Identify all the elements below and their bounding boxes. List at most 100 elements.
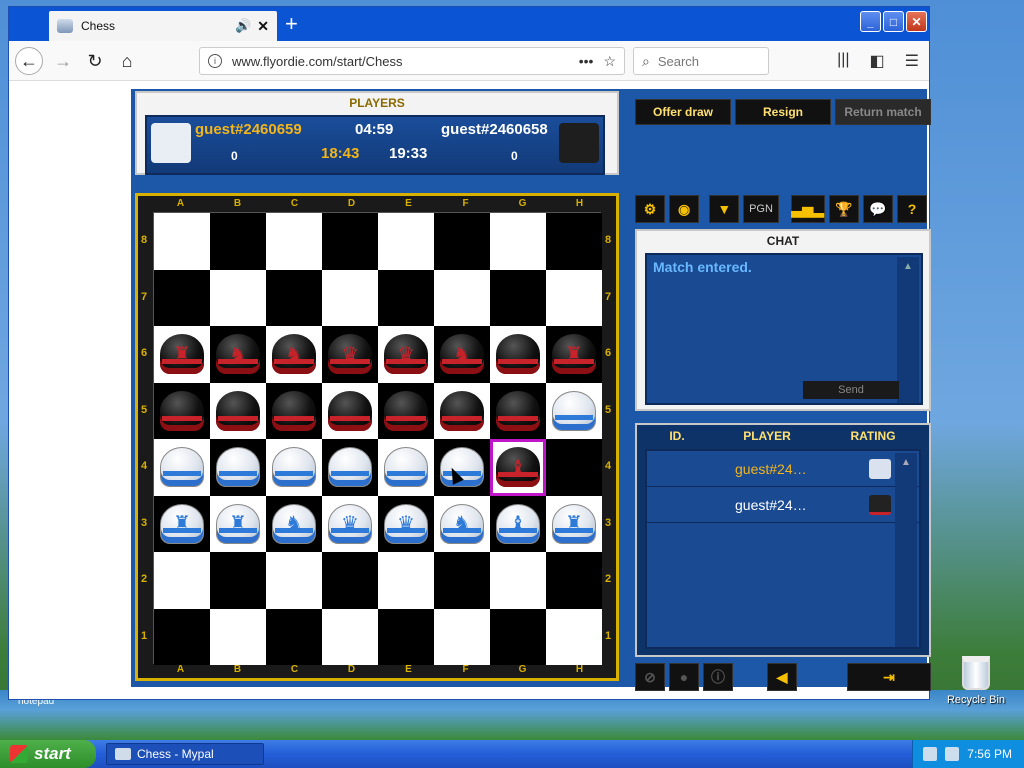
board-square[interactable] xyxy=(210,439,266,496)
white-pawn-icon[interactable] xyxy=(328,447,372,488)
board-square[interactable]: ♞ xyxy=(210,326,266,383)
board-square[interactable] xyxy=(266,382,322,439)
board-square[interactable] xyxy=(434,382,490,439)
black-pawn-icon[interactable] xyxy=(272,390,316,431)
board-square[interactable]: ♝ xyxy=(490,439,546,496)
white-knight-icon[interactable]: ♞ xyxy=(272,503,316,544)
board-square[interactable] xyxy=(434,552,490,609)
tab-chess[interactable]: Chess 🔊 ✕ xyxy=(49,11,277,41)
board-square[interactable] xyxy=(378,269,434,326)
speaker-icon[interactable]: 🔊 xyxy=(235,18,251,34)
close-window-button[interactable]: ✕ xyxy=(906,11,927,32)
board-square[interactable] xyxy=(210,552,266,609)
settings-gear-icon[interactable]: ⚙ xyxy=(635,195,666,223)
black-pawn-icon[interactable] xyxy=(384,390,428,431)
list-item[interactable]: guest#24… xyxy=(647,487,919,523)
recycle-bin[interactable]: Recycle Bin xyxy=(944,656,1008,706)
white-pawn-icon[interactable] xyxy=(384,447,428,488)
page-actions-icon[interactable]: ••• xyxy=(579,53,594,69)
menu-icon[interactable]: ☰ xyxy=(905,51,919,71)
resign-button[interactable]: Resign xyxy=(735,99,831,125)
forward-button[interactable]: → xyxy=(49,47,77,75)
library-icon[interactable]: ||| xyxy=(837,51,849,71)
white-rook-icon[interactable]: ♜ xyxy=(216,503,260,544)
board-square[interactable] xyxy=(378,213,434,270)
board-square[interactable] xyxy=(154,269,210,326)
board-square[interactable]: ♞ xyxy=(434,326,490,383)
sound-icon[interactable]: ◀ xyxy=(767,663,797,691)
bookmark-star-icon[interactable]: ☆ xyxy=(603,53,616,70)
board-square[interactable] xyxy=(154,552,210,609)
minimize-button[interactable]: _ xyxy=(860,11,881,32)
board-square[interactable]: ♞ xyxy=(266,495,322,552)
board-square[interactable] xyxy=(490,608,546,665)
block-icon[interactable]: ⊘ xyxy=(635,663,665,691)
board-square[interactable] xyxy=(490,213,546,270)
new-tab-button[interactable]: + xyxy=(285,11,298,37)
chat-bubble-icon[interactable]: 💬 xyxy=(862,195,893,223)
board-square[interactable] xyxy=(378,552,434,609)
scroll-up-icon[interactable]: ▲ xyxy=(897,257,919,275)
scroll-up-icon[interactable]: ▲ xyxy=(895,453,917,471)
board-square[interactable]: ♛ xyxy=(378,326,434,383)
board-square[interactable] xyxy=(266,608,322,665)
list-item[interactable]: guest#24… xyxy=(647,451,919,487)
board-square[interactable] xyxy=(266,439,322,496)
board-square[interactable]: ♜ xyxy=(210,495,266,552)
maximize-button[interactable]: □ xyxy=(883,11,904,32)
chessboard[interactable]: ♜ ♞ ♞ ♛ ♛ ♞ ♜ ♝ ♜ ♜ ♞ ♛ ♛ ♞ ♝ ♜ xyxy=(153,212,602,665)
board-square[interactable] xyxy=(322,552,378,609)
white-pawn-icon[interactable] xyxy=(440,447,484,488)
info-icon[interactable]: i xyxy=(208,54,222,68)
board-square[interactable] xyxy=(546,213,602,270)
board-square[interactable] xyxy=(322,608,378,665)
send-button[interactable]: Send xyxy=(803,381,899,399)
board-square[interactable] xyxy=(266,552,322,609)
white-queen-icon[interactable]: ♛ xyxy=(384,503,428,544)
board-square[interactable] xyxy=(154,439,210,496)
board-square[interactable] xyxy=(378,439,434,496)
back-button[interactable]: ← xyxy=(15,47,43,75)
board-square[interactable] xyxy=(154,608,210,665)
taskbar-item-chess[interactable]: Chess - Mypal xyxy=(106,743,264,765)
board-square[interactable] xyxy=(546,608,602,665)
white-bishop-icon[interactable]: ♝ xyxy=(496,503,540,544)
trophy-icon[interactable]: 🏆 xyxy=(828,195,859,223)
board-square[interactable] xyxy=(490,326,546,383)
black-rook-icon[interactable]: ♜ xyxy=(552,334,596,375)
network-icon[interactable] xyxy=(923,747,938,761)
white-pawn-icon[interactable] xyxy=(216,447,260,488)
board-square[interactable] xyxy=(266,213,322,270)
black-knight-icon[interactable]: ♞ xyxy=(216,334,260,375)
board-square[interactable] xyxy=(210,269,266,326)
url-bar[interactable]: i www.flyordie.com/start/Chess ••• ☆ xyxy=(199,47,625,75)
black-pawn-icon[interactable] xyxy=(496,390,540,431)
white-rook-icon[interactable]: ♜ xyxy=(160,503,204,544)
board-square[interactable] xyxy=(210,608,266,665)
white-pawn-icon[interactable] xyxy=(272,447,316,488)
white-pawn-icon[interactable] xyxy=(552,390,596,431)
black-pawn-icon[interactable] xyxy=(440,390,484,431)
white-queen-icon[interactable]: ♛ xyxy=(328,503,372,544)
board-square[interactable]: ♛ xyxy=(322,495,378,552)
board-square[interactable] xyxy=(434,608,490,665)
white-rook-icon[interactable]: ♜ xyxy=(552,503,596,544)
start-button[interactable]: start xyxy=(0,740,96,768)
sidebar-icon[interactable]: ◧ xyxy=(870,51,885,71)
board-square[interactable] xyxy=(210,213,266,270)
board-square[interactable] xyxy=(266,269,322,326)
board-square[interactable] xyxy=(322,439,378,496)
dropdown-arrow-icon[interactable]: ▼ xyxy=(709,195,740,223)
board-square[interactable]: ♝ xyxy=(490,495,546,552)
board-square[interactable]: ♜ xyxy=(154,326,210,383)
board-square[interactable] xyxy=(154,213,210,270)
board-square[interactable] xyxy=(378,382,434,439)
info-icon[interactable]: ⓘ xyxy=(703,663,733,691)
white-pawn-icon[interactable] xyxy=(160,447,204,488)
black-knight-icon[interactable]: ♞ xyxy=(440,334,484,375)
board-square[interactable] xyxy=(490,552,546,609)
board-square[interactable]: ♞ xyxy=(266,326,322,383)
white-knight-icon[interactable]: ♞ xyxy=(440,503,484,544)
board-square[interactable]: ♜ xyxy=(154,495,210,552)
board-square[interactable]: ♛ xyxy=(378,495,434,552)
